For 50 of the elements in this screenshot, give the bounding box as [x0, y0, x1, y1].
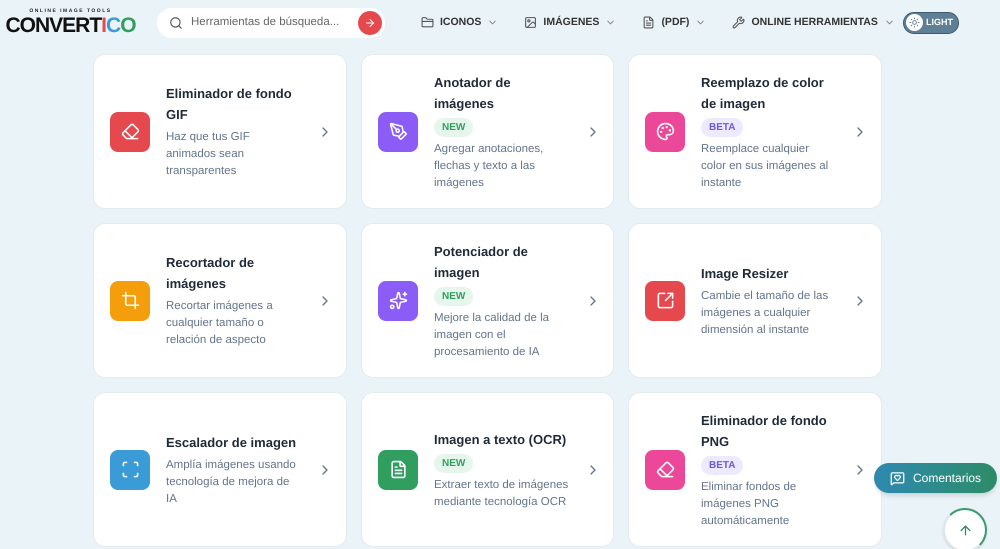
tool-card[interactable]: Eliminador de fondo PNG BETA Eliminar fondos de imágenes PNG automáticamente: [628, 392, 882, 547]
arrow-right-icon: [364, 16, 376, 28]
tool-description: Mejore la calidad de la imagen con el procesamiento de IA: [434, 310, 550, 360]
search-field[interactable]: Herramientas de búsqueda...: [191, 14, 350, 32]
tool-card[interactable]: Potenciador de imagen NEW Mejore la calidad de la imagen con el procesamiento de IA: [361, 223, 614, 378]
tool-tag: NEW: [434, 454, 474, 472]
nav-menu[interactable]: ICONOS: [421, 14, 498, 30]
nav-menu[interactable]: IMÁGENES: [524, 14, 616, 30]
tool-title: Image Resizer: [701, 264, 790, 283]
wrench-icon: [732, 16, 746, 29]
folder-icon: [421, 16, 434, 29]
tool-description: Recortar imágenes a cualquier tamaño o relación de aspecto: [166, 299, 274, 348]
tool-description: Extraer texto de imágenes mediante tecnología OCR: [434, 478, 569, 510]
theme-toggle[interactable]: LIGHT: [903, 12, 959, 34]
chat-icon: [890, 470, 905, 486]
tool-title: Escalador de imagen: [166, 434, 298, 452]
feedback-button[interactable]: Comentarios: [874, 463, 998, 493]
tool-title: Reemplazo de color de imagen: [701, 74, 825, 113]
tool-card[interactable]: Eliminador de fondo GIF Haz que tus GIF animados sean transparentes: [93, 54, 347, 209]
tool-description: Haz que tus GIF animados sean transparentes: [166, 130, 251, 179]
scroll-top-button[interactable]: [943, 508, 987, 549]
tool-card[interactable]: Image Resizer Cambie el tamaño de las imágenes a cualquier dimensión al instante: [628, 223, 882, 378]
sun-icon: [909, 17, 920, 28]
tool-description: Agregar anotaciones, flechas y texto a las imágenes: [434, 142, 544, 190]
nav-menu[interactable]: (PDF): [642, 14, 706, 30]
tool-title: Recortador de imágenes: [166, 254, 256, 293]
search-button[interactable]: [358, 10, 382, 34]
tool-title: Eliminador de fondo PNG: [701, 412, 828, 450]
tool-tag: NEW: [434, 286, 474, 306]
tool-title: Imagen a texto (OCR): [434, 430, 568, 449]
document-icon: [642, 16, 656, 29]
tool-card[interactable]: Recortador de imágenes Recortar imágenes a cualquier tamaño o relación de aspecto: [93, 223, 347, 378]
tool-description: Cambie el tamaño de las imágenes a cualquier dimensión al instante: [701, 288, 830, 338]
nav-menu[interactable]: ONLINE HERRAMIENTAS: [732, 14, 895, 30]
tool-description: Reemplace cualquier color en sus imágenes al instante: [701, 142, 830, 190]
tool-card[interactable]: Escalador de imagen Amplía imágenes usando tecnología de mejora de IA: [93, 392, 347, 547]
search-icon: [169, 16, 183, 30]
tool-tag: BETA: [701, 456, 744, 474]
search-bar[interactable]: Herramientas de búsqueda...: [157, 8, 385, 38]
tool-description: Eliminar fondos de imágenes PNG automáticamente: [701, 480, 798, 528]
tool-card[interactable]: Anotador de imágenes NEW Agregar anotaciones, flechas y texto a las imágenes: [361, 54, 614, 209]
tool-title: Potenciador de imagen: [434, 242, 529, 282]
tool-tag: NEW: [434, 118, 474, 136]
tool-title: Anotador de imágenes: [434, 74, 512, 113]
tool-card[interactable]: Reemplazo de color de imagen BETA Reemplace cualquier color en sus imágenes al instante: [628, 54, 882, 209]
image-icon: [524, 16, 538, 29]
tool-title: Eliminador de fondo GIF: [166, 85, 293, 124]
tool-description: Amplía imágenes usando tecnología de mejora de IA: [166, 458, 297, 506]
tool-tag: BETA: [701, 118, 744, 136]
tool-card[interactable]: Imagen a texto (OCR) NEW Extraer texto de imágenes mediante tecnología OCR: [361, 392, 614, 547]
